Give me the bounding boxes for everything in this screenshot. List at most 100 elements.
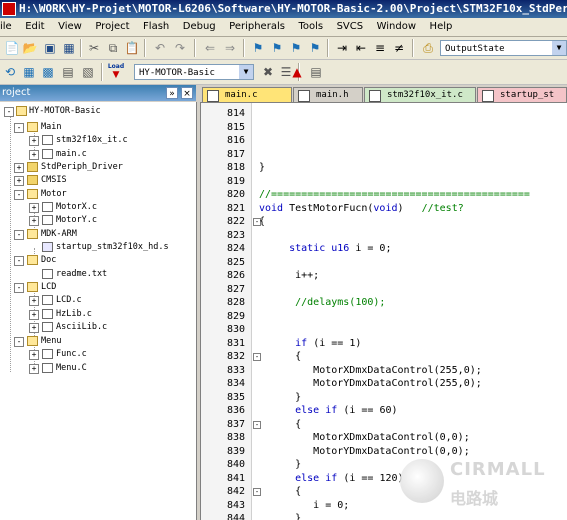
tab-startup[interactable]: startup_st [477, 87, 567, 102]
expand-icon[interactable]: + [29, 296, 39, 306]
collapse-icon[interactable]: - [14, 337, 24, 347]
menu-project[interactable]: Project [91, 18, 135, 36]
stop-build-icon[interactable]: ▧ [80, 64, 96, 80]
code-line[interactable]: //======================================… [259, 188, 530, 202]
code-line[interactable]: { [259, 418, 301, 432]
window-title: H:\WORK\HY-Projet\MOTOR-L6206\Software\H… [19, 2, 567, 15]
tab-main-h[interactable]: main.h [293, 87, 363, 102]
code-line[interactable]: } [259, 161, 265, 175]
chevron-down-icon[interactable]: ▼ [239, 65, 253, 79]
expand-icon[interactable]: + [29, 310, 39, 320]
collapse-icon[interactable]: - [14, 123, 24, 133]
pin-icon[interactable]: » [166, 87, 178, 99]
code-line[interactable]: { [259, 350, 301, 364]
bookmark-icon[interactable]: ⚑ [250, 40, 266, 56]
menu-svcs[interactable]: SVCS [333, 18, 370, 36]
tree-item-label: Menu.C [56, 363, 87, 373]
back-icon[interactable]: ⇐ [202, 40, 218, 56]
tab-stm32f10x-it[interactable]: stm32f10x_it.c [364, 87, 476, 102]
menu-peripherals[interactable]: Peripherals [225, 18, 291, 36]
target-options-icon[interactable]: ✖ [260, 64, 276, 80]
code-line[interactable]: MotorYDmxDataControl(255,0); [259, 377, 482, 391]
folder-icon [27, 162, 38, 172]
line-number: 823 [226, 229, 245, 241]
comment-icon[interactable]: ≡ [372, 40, 388, 56]
tree-item-label: startup_stm32f10x_hd.s [56, 242, 169, 252]
menu-edit[interactable]: Edit [21, 18, 50, 36]
expand-icon[interactable]: + [29, 136, 39, 146]
menu-tools[interactable]: Tools [294, 18, 329, 36]
code-line[interactable]: else if (i == 120) [259, 472, 403, 486]
expand-icon[interactable]: + [14, 176, 24, 186]
tab-main-c[interactable]: main.c [202, 87, 292, 102]
redo-icon[interactable]: ↷ [172, 40, 188, 56]
collapse-icon[interactable]: - [14, 190, 24, 200]
code-line[interactable]: //delayms(100); [259, 296, 385, 310]
collapse-icon[interactable]: - [14, 283, 24, 293]
line-number: 821 [226, 202, 245, 214]
expand-icon[interactable]: + [29, 216, 39, 226]
collapse-icon[interactable]: - [14, 230, 24, 240]
target-select[interactable]: HY-MOTOR-Basic ▼ [134, 64, 254, 80]
find-in-files-icon[interactable]: ⎙ [420, 40, 436, 56]
translate-icon[interactable]: ⟲ [2, 64, 18, 80]
books-icon[interactable]: ▤ [308, 64, 324, 80]
clear-bookmarks-icon[interactable]: ⚑ [307, 40, 323, 56]
file-icon [369, 90, 381, 102]
menu-debug[interactable]: Debug [179, 18, 222, 36]
collapse-icon[interactable]: - [14, 256, 24, 266]
next-bookmark-icon[interactable]: ⚑ [288, 40, 304, 56]
code-line[interactable]: i = 0; [259, 499, 349, 513]
load-label: Load [107, 63, 125, 70]
expand-icon[interactable]: + [29, 364, 39, 374]
menu-window[interactable]: Window [373, 18, 422, 36]
load-icon[interactable]: Load ▼ [107, 63, 125, 81]
close-icon[interactable]: × [181, 87, 193, 99]
c-file-icon [42, 215, 53, 225]
rebuild-icon[interactable]: ▩ [40, 64, 56, 80]
save-icon[interactable]: ▣ [42, 40, 58, 56]
code-line[interactable]: MotorXDmxDataControl(255,0); [259, 364, 482, 378]
chevron-down-icon[interactable]: ▼ [552, 41, 566, 55]
menu-flash[interactable]: Flash [139, 18, 175, 36]
c-file-icon [42, 149, 53, 159]
undo-icon[interactable]: ↶ [152, 40, 168, 56]
paste-icon[interactable]: 📋 [124, 40, 140, 56]
unindent-icon[interactable]: ⇤ [353, 40, 369, 56]
manage-components-icon[interactable]: ▲ [289, 64, 305, 80]
cut-icon[interactable]: ✂ [86, 40, 102, 56]
code-line[interactable]: MotorXDmxDataControl(0,0); [259, 431, 470, 445]
code-line[interactable]: if (i == 1) [259, 337, 361, 351]
expand-icon[interactable]: + [29, 203, 39, 213]
code-line[interactable]: } [259, 391, 301, 405]
save-all-icon[interactable]: ▦ [61, 40, 77, 56]
expand-icon[interactable]: + [29, 150, 39, 160]
collapse-icon[interactable]: - [4, 107, 14, 117]
code-line[interactable]: void TestMotorFucn(void) //test? [259, 202, 464, 216]
indent-icon[interactable]: ⇥ [334, 40, 350, 56]
code-line[interactable]: } [259, 458, 301, 472]
code-line[interactable]: { [259, 485, 301, 499]
code-line[interactable]: else if (i == 60) [259, 404, 397, 418]
forward-icon[interactable]: ⇒ [222, 40, 238, 56]
open-folder-icon[interactable]: 📂 [22, 40, 38, 56]
code-line[interactable]: { [259, 215, 265, 229]
menu-help[interactable]: Help [426, 18, 459, 36]
expand-icon[interactable]: + [29, 350, 39, 360]
menu-file[interactable]: ile [0, 18, 18, 36]
menu-view[interactable]: View [54, 18, 88, 36]
code-line[interactable]: } [259, 512, 301, 520]
new-file-icon[interactable]: 📄 [4, 40, 20, 56]
batch-build-icon[interactable]: ▤ [60, 64, 76, 80]
code-line[interactable]: static u16 i = 0; [259, 242, 391, 256]
line-number: 841 [226, 472, 245, 484]
expand-icon[interactable]: + [29, 323, 39, 333]
tree-item-label: Motor [41, 189, 67, 199]
copy-icon[interactable]: ⧉ [105, 40, 121, 56]
uncomment-icon[interactable]: ≠ [391, 40, 407, 56]
expand-icon[interactable]: + [14, 163, 24, 173]
prev-bookmark-icon[interactable]: ⚑ [269, 40, 285, 56]
build-icon[interactable]: ▦ [21, 64, 37, 80]
code-line[interactable]: i++; [259, 269, 319, 283]
find-dropdown[interactable]: OutputState ▼ [440, 40, 567, 56]
